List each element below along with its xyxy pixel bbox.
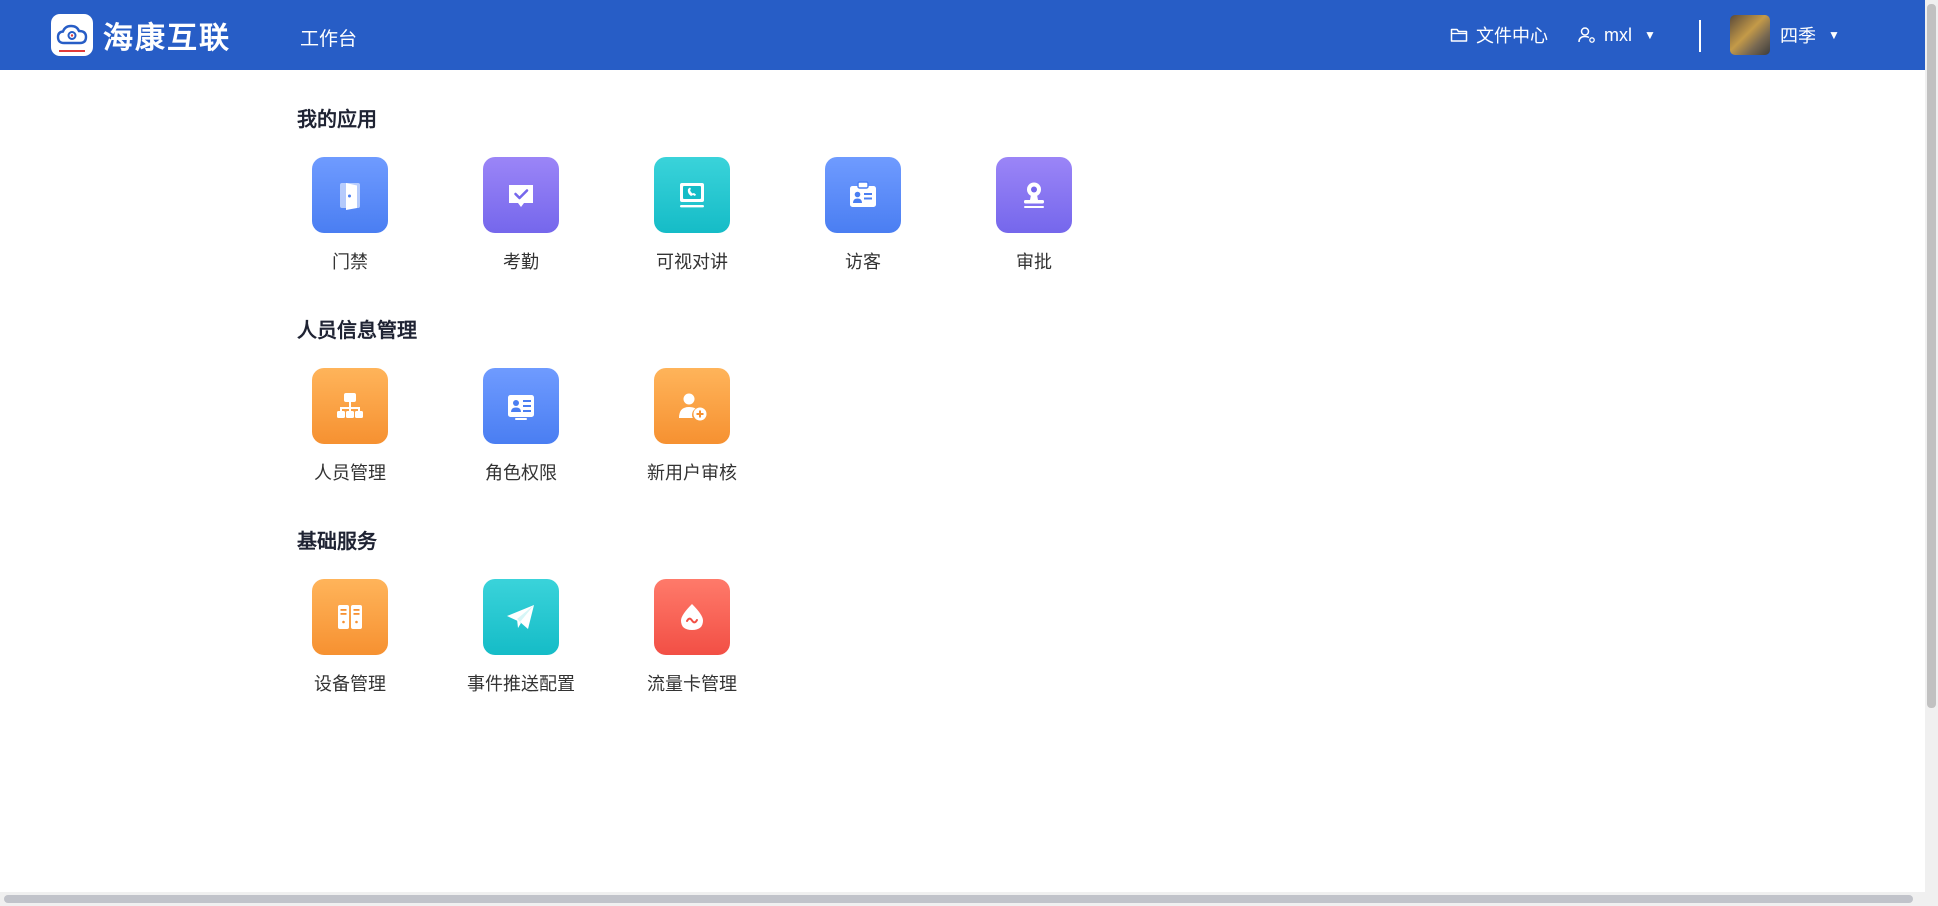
app-grid-my-apps: 门禁 考勤 可视对讲 访客 审批 <box>312 157 1167 274</box>
app-label: 角色权限 <box>485 463 557 483</box>
header-divider <box>1699 20 1701 52</box>
video-intercom-icon <box>654 157 730 233</box>
attendance-check-icon <box>483 157 559 233</box>
approval-stamp-icon <box>996 157 1072 233</box>
data-drop-icon <box>654 579 730 655</box>
app-visitor[interactable]: 访客 <box>825 157 996 274</box>
org-avatar <box>1730 15 1770 55</box>
paper-plane-icon <box>483 579 559 655</box>
caret-down-icon: ▼ <box>1828 28 1840 42</box>
app-label: 新用户审核 <box>647 463 737 483</box>
app-label: 可视对讲 <box>656 252 728 272</box>
brand-logo[interactable]: 海康互联 <box>51 14 231 56</box>
user-menu[interactable]: mxl ▼ <box>1578 0 1656 70</box>
app-new-user-review[interactable]: 新用户审核 <box>647 368 825 485</box>
section-title-personnel: 人员信息管理 <box>297 320 417 342</box>
tab-workbench[interactable]: 工作台 <box>300 24 357 51</box>
org-switcher[interactable]: 四季 ▼ <box>1730 0 1840 70</box>
section-title-my-apps: 我的应用 <box>297 109 377 131</box>
vertical-scrollbar[interactable] <box>1925 0 1938 906</box>
app-label: 事件推送配置 <box>467 674 575 694</box>
folder-icon <box>1450 27 1468 43</box>
cloud-logo-icon <box>51 14 93 56</box>
org-chart-icon <box>312 368 388 444</box>
org-name: 四季 <box>1780 26 1816 46</box>
app-label: 审批 <box>1016 252 1052 272</box>
file-center-label: 文件中心 <box>1476 26 1548 46</box>
visitor-badge-icon <box>825 157 901 233</box>
app-label: 流量卡管理 <box>647 674 737 694</box>
app-approval[interactable]: 审批 <box>996 157 1167 274</box>
door-icon <box>312 157 388 233</box>
app-video-intercom[interactable]: 可视对讲 <box>654 157 825 274</box>
app-role-permissions[interactable]: 角色权限 <box>483 368 654 485</box>
app-attendance[interactable]: 考勤 <box>483 157 654 274</box>
device-cabinet-icon <box>312 579 388 655</box>
top-header: 海康互联 工作台 文件中心 mxl ▼ 四季 ▼ <box>0 0 1928 70</box>
app-grid-basic-services: 设备管理 事件推送配置 流量卡管理 <box>312 579 825 696</box>
section-title-basic-services: 基础服务 <box>297 531 377 553</box>
app-label: 考勤 <box>503 252 539 272</box>
horizontal-scrollbar-thumb[interactable] <box>4 895 1913 903</box>
caret-down-icon: ▼ <box>1644 28 1656 42</box>
app-label: 门禁 <box>332 252 368 272</box>
user-settings-icon <box>1578 26 1596 44</box>
brand-name: 海康互联 <box>103 22 231 55</box>
app-label: 人员管理 <box>314 463 386 483</box>
app-data-card-management[interactable]: 流量卡管理 <box>647 579 825 696</box>
app-grid-personnel: 人员管理 角色权限 新用户审核 <box>312 368 825 485</box>
role-card-icon <box>483 368 559 444</box>
app-device-management[interactable]: 设备管理 <box>312 579 483 696</box>
app-label: 访客 <box>845 252 881 272</box>
app-access-control[interactable]: 门禁 <box>312 157 483 274</box>
app-event-push-config[interactable]: 事件推送配置 <box>467 579 654 696</box>
app-label: 设备管理 <box>314 674 386 694</box>
user-name: mxl <box>1604 24 1632 45</box>
file-center-link[interactable]: 文件中心 <box>1450 0 1548 70</box>
horizontal-scrollbar[interactable] <box>0 892 1925 906</box>
app-personnel-management[interactable]: 人员管理 <box>312 368 483 485</box>
user-add-icon <box>654 368 730 444</box>
vertical-scrollbar-thumb[interactable] <box>1927 4 1936 708</box>
